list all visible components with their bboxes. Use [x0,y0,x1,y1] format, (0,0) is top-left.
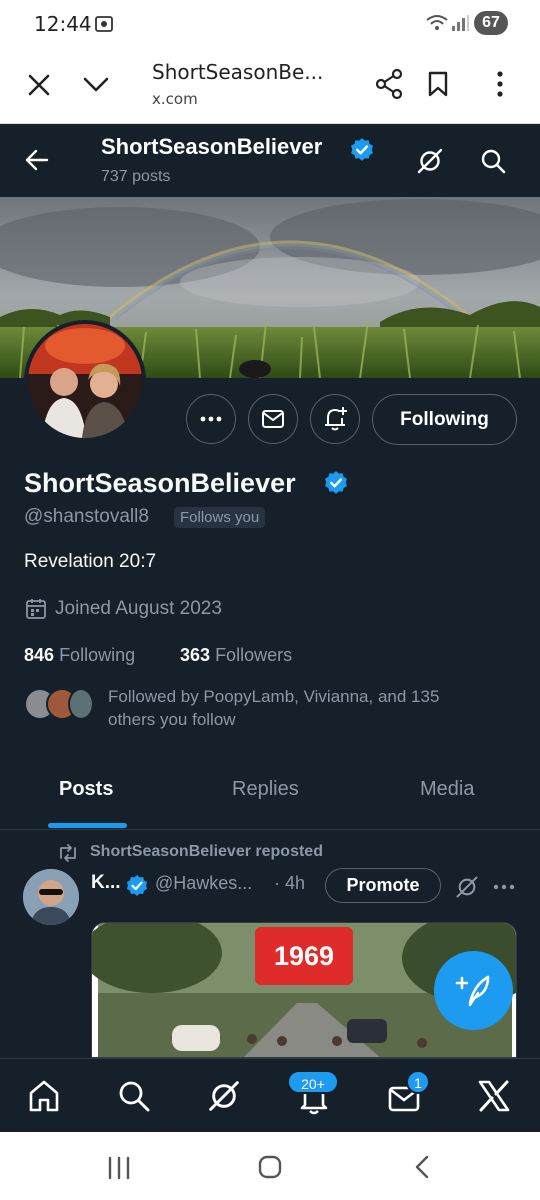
profile-top-bar: ShortSeasonBeliever 737 posts [0,124,540,198]
follows-you-badge: Follows you [174,507,266,528]
image-year-label: 1969 [255,927,353,985]
promote-button[interactable]: Promote [325,868,441,903]
avatar [68,688,94,720]
verified-badge-icon [349,137,375,163]
browser-toolbar: ShortSeasonBe... x.com [0,48,540,124]
followed-by-text-line1[interactable]: Followed by PoopyLamb, Vivianna, and 135 [108,687,439,707]
followed-by-text-line2[interactable]: others you follow [108,710,236,730]
post-author-avatar[interactable] [23,869,79,925]
notify-button[interactable] [310,394,360,444]
followers-label: Followers [215,645,293,665]
profile-avatar[interactable] [24,320,146,442]
bookmark-icon[interactable] [426,70,450,98]
tab-media[interactable]: Media [420,778,474,801]
more-horizontal-icon[interactable] [492,882,516,892]
following-button[interactable]: Following [372,394,517,445]
search-icon[interactable] [117,1079,151,1113]
grok-icon[interactable] [455,875,479,899]
header-profile-name: ShortSeasonBeliever [101,134,323,159]
feather-plus-icon [455,975,490,1007]
compose-post-button[interactable] [434,951,513,1030]
status-time: 12:44 [34,12,92,36]
back-icon[interactable] [410,1154,434,1180]
more-options-button[interactable] [186,394,236,444]
header-post-count: 737 posts [101,168,171,185]
divider [0,829,540,830]
more-vertical-icon[interactable] [490,70,510,98]
profile-bio: Revelation 20:7 [24,551,157,572]
more-horizontal-icon [200,416,222,422]
home-button-icon[interactable] [257,1154,283,1180]
active-tab-indicator [48,823,127,828]
tab-posts[interactable]: Posts [59,778,113,801]
messages-badge: 1 [406,1070,430,1094]
signal-icon [450,14,470,32]
system-navigation-bar [0,1132,540,1200]
profile-name: ShortSeasonBeliever [24,468,296,498]
verified-badge-icon [125,874,149,898]
chevron-down-icon[interactable] [82,74,110,96]
verified-badge-icon [323,470,349,496]
screenshot-icon [94,14,114,34]
home-icon[interactable] [27,1079,61,1113]
joined-date: Joined August 2023 [55,598,222,619]
following-count: 846 [24,645,55,665]
grok-icon[interactable] [207,1079,241,1113]
mail-icon [262,410,284,428]
followed-by-avatars[interactable] [24,688,94,720]
following-stat[interactable]: 846 Following [24,645,135,666]
repost-label[interactable]: ShortSeasonBeliever reposted [90,843,323,861]
followers-stat[interactable]: 363 Followers [180,645,292,666]
repost-icon [56,843,80,863]
status-bar: 12:44 67 [0,0,540,48]
tab-replies[interactable]: Replies [232,778,299,801]
x-logo-icon[interactable] [477,1079,511,1113]
following-label: Following [59,645,136,665]
search-icon[interactable] [479,147,507,175]
battery-icon: 67 [474,11,508,35]
followers-count: 363 [180,645,211,665]
browser-page-title: ShortSeasonBe... [152,60,324,84]
close-icon[interactable] [26,72,52,98]
message-button[interactable] [248,394,298,444]
browser-domain: x.com [152,90,198,108]
post-author-handle[interactable]: @Hawkes... [155,873,252,894]
post-timestamp[interactable]: · 4h [274,873,305,894]
bell-plus-icon [325,407,347,431]
calendar-icon [24,597,48,621]
recent-apps-icon[interactable] [106,1156,132,1180]
profile-handle: @shanstovall8 [24,506,149,527]
notifications-badge: 20+ [287,1070,339,1094]
post-author-name[interactable]: K... [91,872,121,894]
bottom-navigation: 20+ 1 [0,1058,540,1132]
grok-icon[interactable] [416,147,444,175]
share-icon[interactable] [374,68,404,100]
wifi-icon [426,14,448,32]
back-arrow-icon[interactable] [24,147,50,173]
